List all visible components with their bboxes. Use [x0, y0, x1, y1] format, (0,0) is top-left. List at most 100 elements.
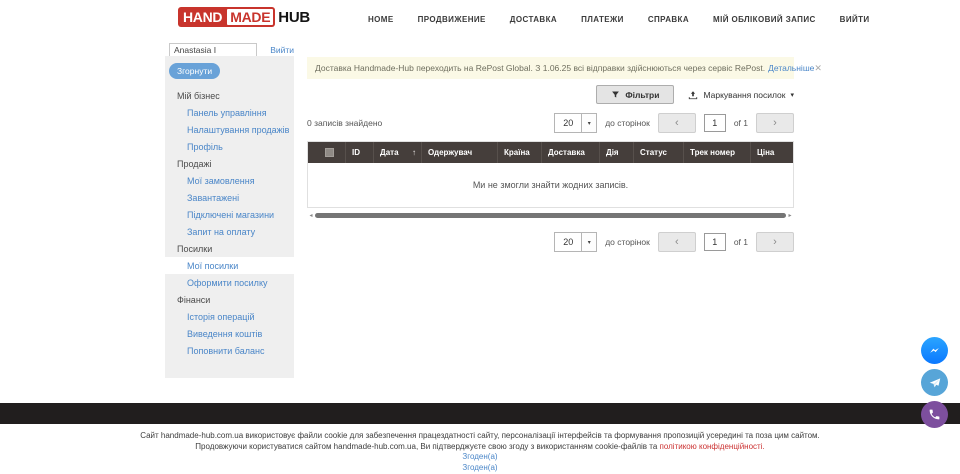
col-price[interactable]: Ціна: [751, 142, 793, 163]
sidebar-item-withdraw-funds[interactable]: Виведення коштів: [165, 325, 294, 342]
chevron-down-icon: ▾: [790, 91, 794, 99]
pager-controls: 20 ▾ до сторінок ‹ of 1 ›: [554, 232, 794, 252]
main-content: Доставка Handmade-Hub переходить на RePo…: [307, 57, 794, 253]
toolbar: Фільтри Маркування посилок ▾: [307, 85, 794, 104]
prev-page-button[interactable]: ‹: [658, 232, 696, 252]
filters-button-label: Фільтри: [625, 90, 659, 100]
cookie-footer: Сайт handmade-hub.com.ua використовує фа…: [0, 431, 960, 473]
filters-button[interactable]: Фільтри: [596, 85, 674, 104]
scrollbar-thumb[interactable]: [315, 213, 786, 218]
banner-details-link[interactable]: Детальніше: [768, 63, 814, 73]
page-size-select[interactable]: 20 ▾: [554, 232, 597, 252]
table-empty-state: Ми не змогли знайти жодних записів.: [308, 163, 793, 207]
handmade-hub-logo[interactable]: HAND MADE HUB: [178, 7, 310, 27]
page-of-label: of 1: [734, 237, 748, 247]
per-page-label: до сторінок: [605, 118, 650, 128]
cookie-line-1: Сайт handmade-hub.com.ua використовує фа…: [0, 431, 960, 442]
pagination-bottom: 20 ▾ до сторінок ‹ of 1 ›: [307, 231, 794, 253]
banner-text: Доставка Handmade-Hub переходить на RePo…: [315, 63, 765, 73]
page-number-input[interactable]: [704, 114, 726, 132]
sidebar-item-dashboard[interactable]: Панель управління: [165, 104, 294, 121]
sidebar-item-my-parcels[interactable]: Мої посилки: [165, 257, 294, 274]
main-nav: HOME ПРОДВИЖЕНИЕ ДОСТАВКА ПЛАТЕЖИ СПРАВК…: [368, 0, 870, 38]
messenger-icon: [927, 343, 942, 358]
scroll-left-icon[interactable]: ◂: [307, 212, 315, 219]
privacy-policy-link[interactable]: політикою конфіденційності.: [660, 442, 765, 451]
sidebar-section-sales: Продажі: [165, 155, 294, 172]
nav-item-my-account[interactable]: МІЙ ОБЛІКОВИЙ ЗАПИС: [713, 15, 816, 24]
parcel-marking-button[interactable]: Маркування посилок ▾: [688, 90, 794, 100]
col-date[interactable]: Дата ↑: [374, 142, 422, 163]
next-page-button[interactable]: ›: [756, 113, 794, 133]
scroll-right-icon[interactable]: ▸: [786, 212, 794, 219]
telegram-button[interactable]: [921, 369, 948, 396]
cookie-line-2: Продовжуючи користуватися сайтом handmad…: [0, 442, 960, 453]
col-status[interactable]: Статус: [634, 142, 684, 163]
nav-item-help[interactable]: СПРАВКА: [648, 15, 689, 24]
sidebar-item-uploaded[interactable]: Завантажені: [165, 189, 294, 206]
horizontal-scrollbar: ◂ ▸: [307, 212, 794, 219]
empty-message: Ми не змогли знайти жодних записів.: [473, 180, 628, 190]
upload-tray-icon: [688, 90, 698, 100]
records-count: 0 записів знайдено: [307, 118, 382, 128]
collapse-sidebar-button[interactable]: Згорнути: [169, 63, 220, 79]
logo-made: MADE: [227, 9, 273, 25]
col-country[interactable]: Країна: [498, 142, 542, 163]
footer-bar: [0, 403, 960, 424]
pagination-top: 0 записів знайдено 20 ▾ до сторінок ‹ of…: [307, 112, 794, 134]
col-action[interactable]: Дія: [600, 142, 634, 163]
sidebar-section-my-business: Мій бізнес: [165, 87, 294, 104]
pager-controls: 20 ▾ до сторінок ‹ of 1 ›: [554, 113, 794, 133]
page-of-label: of 1: [734, 118, 748, 128]
sidebar-item-top-up-balance[interactable]: Поповнити баланс: [165, 342, 294, 359]
top-header: HAND MADE HUB HOME ПРОДВИЖЕНИЕ ДОСТАВКА …: [0, 0, 960, 38]
banner-close-icon[interactable]: ✕: [814, 63, 822, 74]
sidebar-item-connected-shops[interactable]: Підключені магазини: [165, 206, 294, 223]
sidebar-item-operations-history[interactable]: Історія операцій: [165, 308, 294, 325]
page: HAND MADE HUB HOME ПРОДВИЖЕНИЕ ДОСТАВКА …: [0, 0, 960, 474]
chevron-down-icon: ▾: [581, 114, 596, 132]
nav-item-payments[interactable]: ПЛАТЕЖИ: [581, 15, 624, 24]
sidebar-section-finance: Фінанси: [165, 291, 294, 308]
nav-item-delivery[interactable]: ДОСТАВКА: [510, 15, 557, 24]
sidebar-logout-link[interactable]: Вийти: [270, 45, 294, 55]
agree-link[interactable]: Згоден(а): [0, 452, 960, 463]
viber-phone-icon: [928, 408, 941, 421]
messenger-stack: [921, 337, 948, 433]
col-delivery[interactable]: Доставка: [542, 142, 600, 163]
sort-asc-icon[interactable]: ↑: [412, 148, 416, 157]
logo-hub: HUB: [278, 9, 310, 26]
sidebar-item-payment-request[interactable]: Запит на оплату: [165, 223, 294, 240]
chevron-down-icon: ▾: [581, 233, 596, 251]
sidebar-item-my-orders[interactable]: Мої замовлення: [165, 172, 294, 189]
facebook-messenger-button[interactable]: [921, 337, 948, 364]
nav-item-logout[interactable]: ВИЙТИ: [840, 15, 870, 24]
nav-item-home[interactable]: HOME: [368, 15, 394, 24]
filter-funnel-icon: [611, 90, 620, 99]
next-page-button[interactable]: ›: [756, 232, 794, 252]
sidebar: Згорнути Мій бізнес Панель управління На…: [165, 56, 294, 378]
telegram-icon: [928, 376, 942, 390]
page-size-value: 20: [555, 237, 581, 247]
prev-page-button[interactable]: ‹: [658, 113, 696, 133]
page-size-value: 20: [555, 118, 581, 128]
select-all-checkbox[interactable]: [325, 148, 334, 157]
col-receiver[interactable]: Одержувач: [422, 142, 498, 163]
col-track-number[interactable]: Трек номер: [684, 142, 751, 163]
parcels-table: ID Дата ↑ Одержувач Країна Доставка Дія …: [307, 141, 794, 208]
viber-button[interactable]: [921, 401, 948, 428]
logo-box: HAND MADE: [178, 7, 275, 27]
sidebar-item-profile[interactable]: Профіль: [165, 138, 294, 155]
page-size-select[interactable]: 20 ▾: [554, 113, 597, 133]
nav-item-promotion[interactable]: ПРОДВИЖЕНИЕ: [418, 15, 486, 24]
parcel-marking-label: Маркування посилок: [703, 90, 785, 100]
col-id[interactable]: ID: [346, 142, 374, 163]
col-date-label: Дата: [380, 148, 399, 157]
sidebar-item-sales-settings[interactable]: Налаштування продажів: [165, 121, 294, 138]
sidebar-menu: Мій бізнес Панель управління Налаштуванн…: [165, 87, 294, 359]
sidebar-item-create-parcel[interactable]: Оформити посилку: [165, 274, 294, 291]
notice-banner: Доставка Handmade-Hub переходить на RePo…: [307, 57, 794, 79]
cookie-line-2-text: Продовжуючи користуватися сайтом handmad…: [195, 442, 657, 451]
agree-link[interactable]: Згоден(а): [0, 463, 960, 474]
page-number-input[interactable]: [704, 233, 726, 251]
